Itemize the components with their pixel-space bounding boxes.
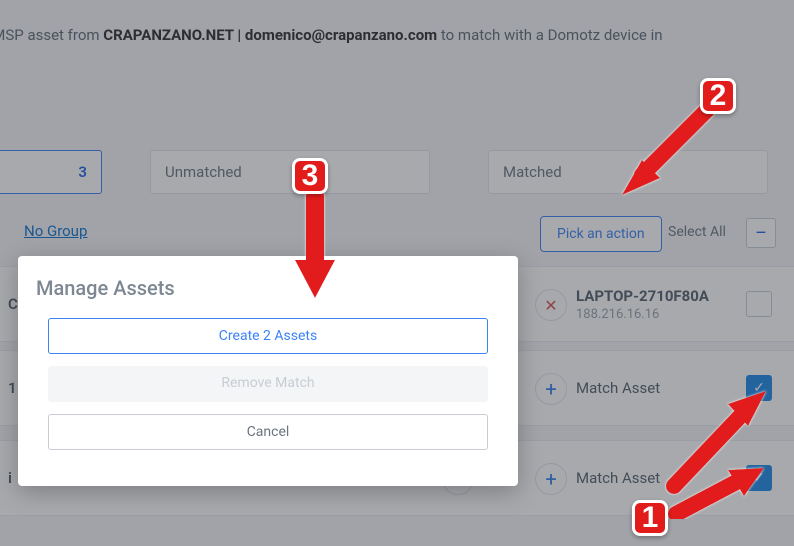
x-icon: ✕ [544, 296, 557, 315]
select-all-label[interactable]: Select All [668, 224, 726, 240]
annotation-arrow-1b [664, 456, 774, 526]
unmatch-button[interactable]: ✕ [535, 289, 567, 321]
no-group-link[interactable]: No Group [24, 222, 87, 240]
device-info: LAPTOP-2710F80A 188.216.16.16 [576, 287, 709, 322]
instruction-bold: CRAPANZANO.NET | domenico@crapanzano.com [103, 26, 437, 44]
filter-matched-label: Matched [503, 163, 562, 181]
select-all-toggle[interactable]: – [746, 218, 776, 248]
device-ip: 188.216.16.16 [576, 307, 709, 322]
device-name: LAPTOP-2710F80A [576, 287, 709, 305]
annotation-badge-1: 1 [632, 500, 668, 536]
cancel-button[interactable]: Cancel [48, 414, 488, 450]
match-asset-button-2[interactable]: + [535, 373, 567, 405]
manage-assets-modal: Manage Assets Create 2 Assets Remove Mat… [18, 256, 518, 486]
annotation-badge-3: 3 [292, 158, 328, 194]
annotation-arrow-2 [612, 100, 722, 210]
match-asset-label-2: Match Asset [576, 379, 660, 397]
plus-icon: + [545, 377, 556, 401]
filter-card-count[interactable]: 3 [0, 150, 102, 194]
pick-an-action-button[interactable]: Pick an action [540, 216, 662, 252]
minus-icon: – [755, 223, 767, 244]
modal-title: Manage Assets [36, 276, 500, 300]
annotation-arrow-3 [280, 188, 350, 308]
asset-row-3-label: i [0, 441, 12, 515]
create-assets-button[interactable]: Create 2 Assets [48, 318, 488, 354]
remove-match-button: Remove Match [48, 366, 488, 402]
annotation-badge-2: 2 [700, 78, 736, 114]
instruction-prefix: o MSP asset from [0, 26, 103, 44]
plus-icon: + [545, 467, 556, 491]
pick-an-action-label: Pick an action [557, 226, 645, 242]
filter-unmatched-label: Unmatched [165, 163, 242, 181]
asset-row-2-label: 1 [0, 351, 17, 425]
instruction-text: o MSP asset from CRAPANZANO.NET | domeni… [0, 26, 663, 44]
match-asset-button-3[interactable]: + [535, 463, 567, 495]
match-asset-label-3: Match Asset [576, 469, 660, 487]
filter-count-value: 3 [78, 163, 87, 181]
row-1-checkbox[interactable] [746, 291, 772, 317]
instruction-suffix: to match with a Domotz device in [437, 26, 662, 44]
